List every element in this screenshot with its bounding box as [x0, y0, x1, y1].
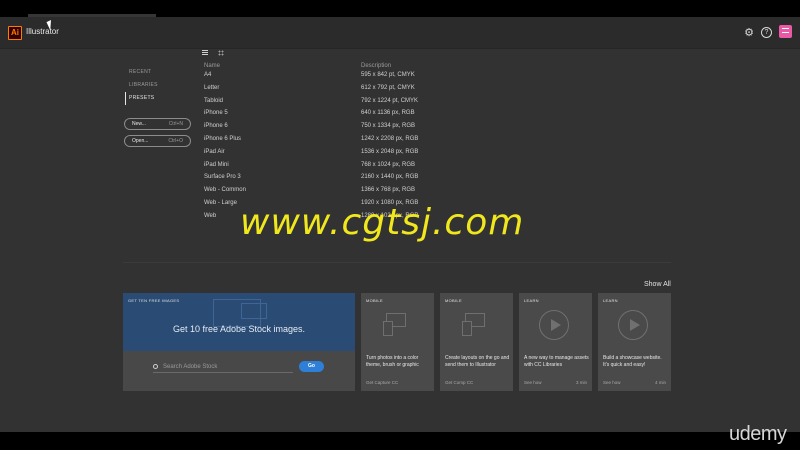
open-button[interactable]: Open... Ctrl+O — [124, 135, 191, 147]
card-link[interactable]: See how — [603, 380, 621, 385]
preset-description: 750 x 1334 px, RGB — [361, 123, 416, 130]
list-view-icon[interactable] — [202, 50, 208, 56]
preset-name: Web — [204, 212, 217, 219]
table-row[interactable]: iPad Mini 768 x 1024 px, RGB — [204, 162, 504, 175]
preset-name: Web - Large — [204, 200, 237, 206]
card-tag: MOBILE — [445, 298, 462, 303]
new-button-label: New... — [132, 121, 146, 127]
stock-card[interactable]: GET TEN FREE IMAGES Get 10 free Adobe St… — [123, 293, 355, 391]
promo-card[interactable]: MOBILE Create layouts on the go and send … — [440, 293, 513, 391]
card-text: Create layouts on the go and send them t… — [445, 355, 510, 368]
illustrator-logo: Ai — [8, 26, 22, 40]
nav-item-recent[interactable]: RECENT — [129, 66, 158, 79]
nav-item-presets[interactable]: PRESETS — [125, 92, 158, 105]
preset-name: Surface Pro 3 — [204, 174, 241, 181]
table-row[interactable]: Web - Common 1366 x 768 px, RGB — [204, 187, 504, 200]
grid-view-icon[interactable] — [218, 50, 224, 56]
column-header-name[interactable]: Name — [204, 63, 220, 69]
preset-description: 612 x 792 pt, CMYK — [361, 84, 415, 91]
preset-name: iPhone 6 Plus — [204, 136, 242, 142]
table-row[interactable]: iPhone 5 640 x 1136 px, RGB — [204, 110, 504, 123]
preset-name: iPhone 5 — [204, 110, 228, 117]
stock-headline: Get 10 free Adobe Stock images. — [172, 324, 306, 334]
devices-icon — [462, 313, 492, 341]
udemy-logo: udemy — [729, 423, 787, 445]
table-row[interactable]: Surface Pro 3 2160 x 1440 px, RGB — [204, 174, 504, 187]
preset-name: Tabloid — [204, 97, 224, 104]
preset-description: 768 x 1024 px, RGB — [361, 161, 416, 168]
preset-description: 595 x 842 pt, CMYK — [361, 72, 415, 78]
preset-name: Web - Common — [204, 187, 246, 194]
preset-name: iPad Air — [204, 148, 225, 155]
stock-search-area: Search Adobe Stock Go — [123, 351, 355, 391]
divider — [123, 262, 671, 263]
table-row[interactable]: iPhone 6 750 x 1334 px, RGB — [204, 123, 504, 136]
card-tag: MOBILE — [366, 298, 383, 303]
top-bar: Ai Illustrator ⚙ ? — [0, 17, 800, 49]
preset-description: 640 x 1136 px, RGB — [361, 110, 415, 117]
card-tag: LEARN — [603, 298, 618, 303]
play-icon — [539, 310, 569, 340]
table-row[interactable]: Tabloid 792 x 1224 pt, CMYK — [204, 98, 504, 111]
preset-name: Letter — [204, 84, 220, 91]
preset-name: iPhone 6 — [204, 123, 228, 130]
help-icon[interactable]: ? — [761, 27, 772, 38]
preset-description: 1366 x 768 px, RGB — [361, 187, 416, 194]
table-row[interactable]: iPhone 6 Plus 1242 x 2208 px, RGB — [204, 136, 504, 149]
stock-search-placeholder: Search Adobe Stock — [163, 364, 218, 370]
table-row[interactable]: Letter 612 x 792 pt, CMYK — [204, 85, 504, 98]
search-icon — [153, 364, 158, 369]
image-placeholder-icon — [241, 303, 267, 319]
preset-description: 2160 x 1440 px, RGB — [361, 174, 419, 181]
table-row[interactable]: A4 595 x 842 pt, CMYK — [204, 72, 504, 85]
preset-description: 1536 x 2048 px, RGB — [361, 148, 419, 155]
stock-banner: GET TEN FREE IMAGES Get 10 free Adobe St… — [123, 293, 355, 351]
left-nav: RECENT LIBRARIES PRESETS — [125, 66, 158, 105]
stock-search-input[interactable]: Search Adobe Stock — [153, 362, 293, 373]
new-shortcut: Ctrl+N — [168, 121, 183, 127]
preset-description: 1242 x 2208 px, RGB — [361, 136, 419, 142]
open-shortcut: Ctrl+O — [168, 138, 183, 144]
promo-card[interactable]: MOBILE Turn photos into a color theme, br… — [361, 293, 434, 391]
nav-item-libraries[interactable]: LIBRARIES — [129, 79, 158, 92]
card-link[interactable]: Get Comp CC — [445, 380, 473, 385]
card-duration: 4 min — [654, 380, 666, 385]
stock-tag: GET TEN FREE IMAGES — [128, 298, 180, 303]
column-header-description[interactable]: Description — [361, 63, 391, 69]
play-icon — [618, 310, 648, 340]
card-link[interactable]: See how — [524, 380, 542, 385]
show-all-link[interactable]: Show All — [644, 281, 671, 288]
preset-description: 792 x 1224 pt, CMYK — [361, 97, 419, 104]
card-text: A new way to manage assets with CC Libra… — [524, 355, 589, 368]
preset-name: A4 — [204, 72, 212, 78]
new-button[interactable]: New... Ctrl+N — [124, 118, 191, 130]
promo-card[interactable]: LEARN Build a showcase website. It's quic… — [598, 293, 671, 391]
open-button-label: Open... — [132, 138, 149, 144]
card-duration: 3 min — [575, 380, 587, 385]
card-tag: LEARN — [524, 298, 539, 303]
watermark: www.cgtsj.com — [240, 202, 525, 243]
table-row[interactable]: iPad Air 1536 x 2048 px, RGB — [204, 149, 504, 162]
preset-name: iPad Mini — [204, 161, 229, 168]
profile-menu-icon[interactable] — [779, 25, 792, 38]
promo-card[interactable]: LEARN A new way to manage assets with CC … — [519, 293, 592, 391]
card-link[interactable]: Get Capture CC — [366, 380, 398, 385]
devices-icon — [383, 313, 413, 341]
card-text: Turn photos into a color theme, brush or… — [366, 355, 419, 368]
go-button[interactable]: Go — [299, 361, 324, 372]
card-text: Build a showcase website. It's quick and… — [603, 355, 662, 368]
gear-icon[interactable]: ⚙ — [743, 27, 755, 39]
